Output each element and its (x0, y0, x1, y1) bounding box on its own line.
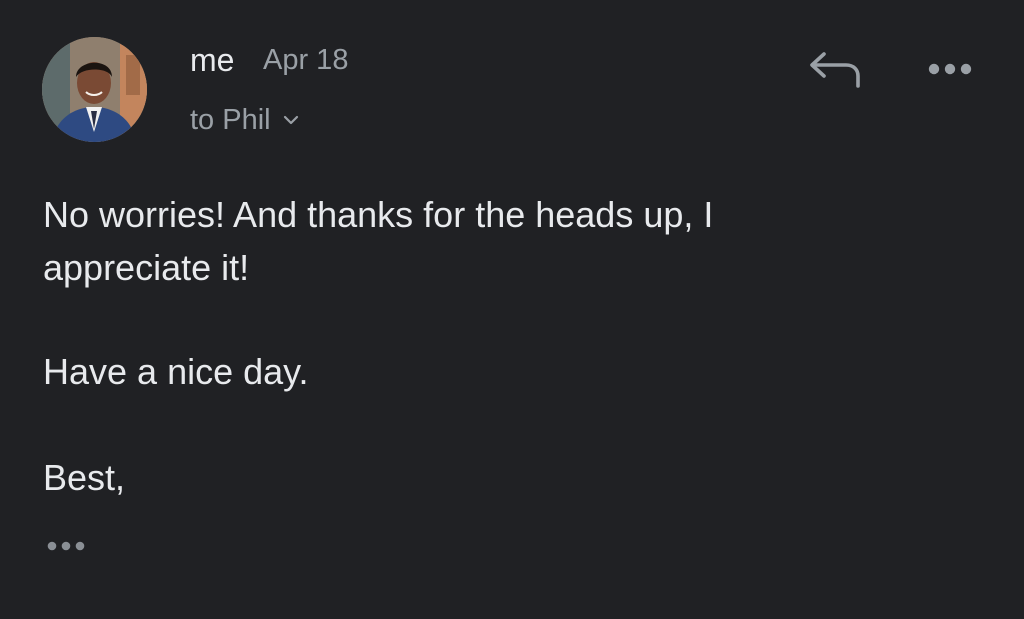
show-trimmed-content-button[interactable] (43, 534, 93, 558)
recipient-label: to Phil (190, 104, 271, 136)
reply-icon (806, 52, 862, 94)
message-paragraph-2: Have a nice day. (43, 351, 309, 392)
avatar[interactable] (42, 37, 147, 142)
reply-button[interactable] (806, 48, 862, 90)
more-options-button[interactable] (922, 56, 978, 82)
recipient-details-toggle[interactable]: to Phil (190, 102, 299, 138)
message-line: No worries! And thanks for the heads up,… (43, 194, 714, 235)
message-paragraph-1: No worries! And thanks for the heads up,… (43, 188, 713, 294)
message-signoff: Best, (43, 457, 126, 498)
more-options-icon (922, 63, 978, 86)
chevron-down-icon (283, 112, 299, 130)
sender-name: me (190, 42, 235, 78)
ellipsis-icon (43, 541, 93, 562)
message-line: appreciate it! (43, 247, 250, 288)
message-date: Apr 18 (263, 44, 349, 76)
